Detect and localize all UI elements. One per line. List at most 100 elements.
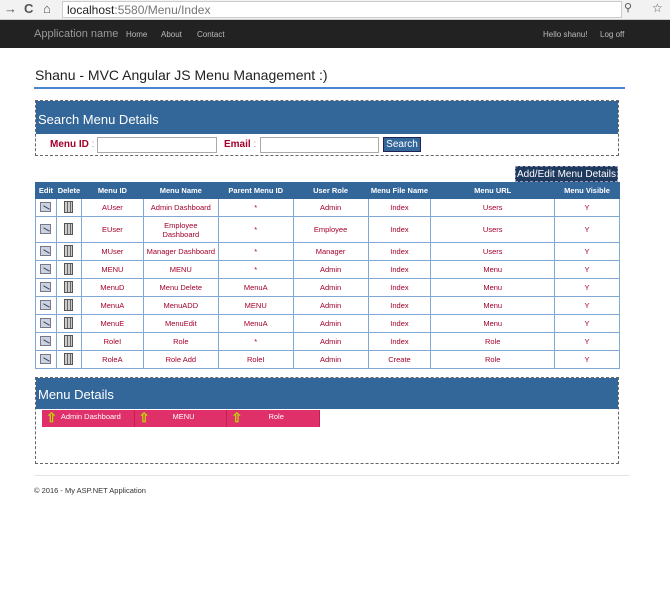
logoff-link[interactable]: Log off (600, 30, 624, 39)
nav-contact[interactable]: Contact (197, 30, 225, 39)
add-edit-menu-button[interactable]: Add/Edit Menu Details (515, 166, 618, 182)
delete-cell (55, 296, 82, 315)
trash-icon[interactable] (64, 244, 74, 257)
nav-home[interactable]: Home (126, 30, 147, 39)
table-cell: Index (367, 278, 432, 297)
table-cell: Menu (430, 314, 556, 333)
edit-icon[interactable] (40, 281, 52, 292)
table-cell: Employee (292, 216, 369, 243)
colon: : (91, 139, 95, 150)
edit-cell (35, 296, 57, 315)
table-cell: MenuA (217, 314, 294, 333)
edit-cell (35, 314, 57, 333)
table-cell: MenuADD (142, 296, 219, 315)
trash-icon[interactable] (64, 280, 74, 293)
trash-icon[interactable] (64, 352, 74, 365)
table-cell: * (217, 260, 294, 279)
footer-divider (34, 475, 630, 476)
column-header: Parent Menu ID (217, 182, 294, 199)
table-cell: RoleI (217, 350, 294, 369)
delete-cell (55, 350, 82, 369)
table-cell: Index (367, 242, 432, 261)
edit-icon[interactable] (40, 335, 52, 346)
table-cell: Y (554, 296, 620, 315)
table-row: EUser Employee Dashboard * Employee Index Use… (35, 216, 620, 243)
table-row: MENU MENU * Admin Index Menu Y (35, 260, 620, 279)
edit-cell (35, 198, 57, 217)
trash-icon[interactable] (64, 200, 74, 213)
email-input[interactable] (260, 137, 379, 153)
table-cell: Users (430, 216, 556, 243)
table-cell: Y (554, 314, 620, 333)
edit-cell (35, 242, 57, 261)
edit-icon[interactable] (40, 299, 52, 310)
menu-details-title: Menu Details (36, 378, 618, 409)
trash-icon[interactable] (64, 298, 74, 311)
table-cell: MENU (80, 260, 144, 279)
forward-icon[interactable]: → (4, 1, 17, 16)
menu-details-panel: Menu Details ⇧ Admin Dashboard ⇧ MENU ⇧ Rol… (35, 377, 619, 464)
table-cell: Index (367, 198, 432, 217)
edit-icon[interactable] (40, 263, 52, 274)
table-cell: Y (554, 260, 620, 279)
trash-icon[interactable] (64, 316, 74, 329)
address-bar[interactable]: localhost:5580/Menu/Index (62, 1, 622, 18)
table-cell: Users (430, 242, 556, 261)
reload-icon[interactable]: C (24, 1, 33, 16)
search-panel: Search Menu Details Menu ID : Email : Se… (35, 100, 619, 156)
greeting-link[interactable]: Hello shanu! (543, 30, 587, 39)
table-cell: Role Add (142, 350, 219, 369)
edit-icon[interactable] (40, 353, 52, 364)
table-cell: AUser (80, 198, 144, 217)
trash-icon[interactable] (64, 262, 74, 275)
column-header: Edit (35, 182, 57, 199)
edit-cell (35, 260, 57, 279)
table-cell: * (217, 198, 294, 217)
edit-icon[interactable] (40, 245, 52, 256)
edit-icon[interactable] (40, 317, 52, 328)
column-header: Menu URL (430, 182, 556, 199)
table-row: MenuE MenuEdit MenuA Admin Index Menu Y (35, 314, 620, 333)
brand-link[interactable]: Application name (34, 28, 118, 40)
menu-item-admin-dashboard[interactable]: ⇧ Admin Dashboard (42, 410, 135, 427)
table-cell: Role (430, 350, 556, 369)
table-cell: Role (142, 332, 219, 351)
navbar: Application name Home About Contact Hell… (0, 20, 670, 48)
table-cell: Y (554, 216, 620, 243)
nav-about[interactable]: About (161, 30, 182, 39)
search-button[interactable]: Search (383, 137, 421, 152)
table-cell: MenuA (217, 278, 294, 297)
menu-item-menu[interactable]: ⇧ MENU (135, 410, 228, 427)
table-cell: Menu (430, 260, 556, 279)
table-cell: Manager Dashboard (142, 242, 219, 261)
table-cell: Y (554, 242, 620, 261)
column-header: Delete (55, 182, 82, 199)
table-cell: Employee Dashboard (142, 216, 219, 243)
table-cell: Y (554, 332, 620, 351)
table-cell: MenuE (80, 314, 144, 333)
menu-item-role[interactable]: ⇧ Role (227, 410, 321, 427)
table-cell: Admin (292, 296, 369, 315)
trash-icon[interactable] (64, 222, 74, 235)
table-cell: Role (430, 332, 556, 351)
menu-id-input[interactable] (97, 137, 217, 153)
table-cell: Admin (292, 350, 369, 369)
search-panel-title: Search Menu Details (36, 101, 618, 134)
title-divider (34, 87, 625, 89)
menu-bar: ⇧ Admin Dashboard ⇧ MENU ⇧ Role (42, 410, 321, 427)
home-icon[interactable]: ⌂ (43, 1, 51, 16)
browser-toolbar: → C ⌂ localhost:5580/Menu/Index ⚲ ☆ (0, 0, 670, 20)
delete-cell (55, 332, 82, 351)
table-cell: RoleI (80, 332, 144, 351)
trash-icon[interactable] (64, 334, 74, 347)
table-cell: RoleA (80, 350, 144, 369)
table-cell: EUser (80, 216, 144, 243)
edit-icon[interactable] (40, 223, 52, 234)
table-cell: Menu (430, 296, 556, 315)
table-cell: Y (554, 350, 620, 369)
edit-icon[interactable] (40, 201, 52, 212)
table-cell: * (217, 332, 294, 351)
table-cell: Admin (292, 278, 369, 297)
zoom-icon[interactable]: ⚲ (624, 1, 632, 14)
star-icon[interactable]: ☆ (652, 1, 663, 15)
